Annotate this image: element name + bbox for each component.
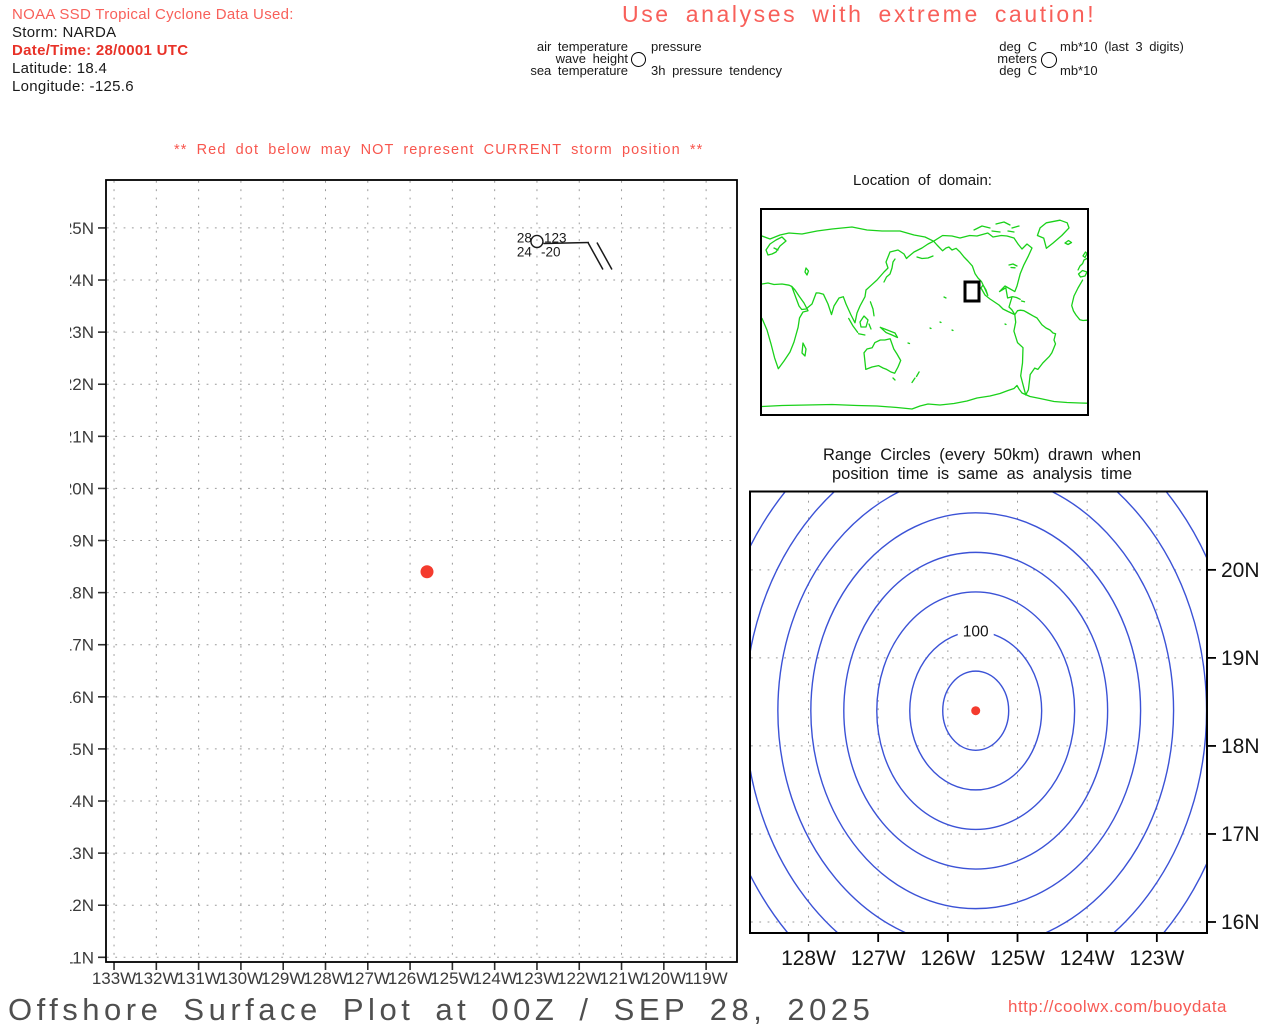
world-map-box <box>760 208 1089 416</box>
datetime-line: Date/Time: 28/0001 UTC <box>12 42 189 59</box>
lon-tick-label: 127W <box>346 969 390 988</box>
lon-tick-label: 133W <box>92 969 136 988</box>
lon-tick-label: 124W <box>1060 947 1115 970</box>
range-circles-plot: 128W 127W 126W 125W 124W 123W20N19N18N17N16N1… <box>749 490 1260 970</box>
domain-map-title: Location of domain: <box>853 172 992 189</box>
legend-sea-temperature: sea temperature <box>530 63 628 78</box>
lon-tick-label: 131W <box>176 969 220 988</box>
longitude-line: Longitude: -125.6 <box>12 78 134 95</box>
station-pressure: 123 <box>544 230 567 245</box>
lon-tick-label: 132W <box>134 969 178 988</box>
lat-tick-label: 25N <box>70 219 94 238</box>
lon-tick-label: 128W <box>303 969 347 988</box>
range-plot-tick-labels: 128W 127W 126W 125W 124W 123W 20N 19N 18N 17N 16N <box>781 559 1259 970</box>
legend-unit-mb10-digits: mb*10 (last 3 digits) <box>1060 39 1184 54</box>
station-sea-temperature: 24 <box>517 244 533 259</box>
lon-tick-label: 126W <box>388 969 432 988</box>
station-plot: 28 123 24 -20 <box>517 230 613 270</box>
station-pressure-tendency: -20 <box>541 244 561 259</box>
range-circle-label: 100 <box>963 624 989 641</box>
lon-tick-label: 122W <box>557 969 601 988</box>
lon-tick-label: 123W <box>515 969 559 988</box>
range-center-dot <box>971 706 981 716</box>
world-map <box>761 219 1088 410</box>
legend-pressure-tendency: 3h pressure tendency <box>651 63 783 78</box>
legend-unit-mb10: mb*10 <box>1060 63 1098 78</box>
lat-tick-label: 11N <box>70 948 94 967</box>
lon-tick-label: 126W <box>920 947 975 970</box>
lat-tick-label: 17N <box>1221 823 1260 846</box>
lon-tick-label: 129W <box>261 969 305 988</box>
lat-tick-label: 19N <box>70 532 94 551</box>
storm-name-line: Storm: NARDA <box>12 24 117 41</box>
lat-tick-label: 14N <box>70 792 94 811</box>
lat-tick-label: 13N <box>70 844 94 863</box>
main-plot-tick-labels: 133W132W131W130W129W128W127W126W125W124W… <box>70 219 728 988</box>
lon-tick-label: 124W <box>472 969 516 988</box>
buoy-plot-page: NOAA SSD Tropical Cyclone Data Used: Sto… <box>0 0 1280 1024</box>
lon-tick-label: 125W <box>430 969 474 988</box>
lat-tick-label: 12N <box>70 896 94 915</box>
lat-tick-label: 16N <box>1221 911 1260 934</box>
storm-position-dot <box>420 565 434 579</box>
main-plot-ticks <box>98 227 707 970</box>
caution-headline: Use analyses with extreme caution! <box>622 1 1097 27</box>
lat-tick-label: 20N <box>1221 559 1260 582</box>
station-circle-icon <box>631 52 646 67</box>
wind-barb-2 <box>596 242 613 270</box>
range-circles <box>750 491 1207 933</box>
storm-info-block: NOAA SSD Tropical Cyclone Data Used: Sto… <box>12 6 294 96</box>
main-surface-plot: 133W132W131W130W129W128W127W126W125W124W… <box>70 179 738 988</box>
legend-pressure: pressure <box>651 39 702 54</box>
station-circle-icon-units <box>1041 52 1057 68</box>
lat-tick-label: 18N <box>70 584 94 603</box>
storm-position-warning: ** Red dot below may NOT represent CURRE… <box>174 142 704 158</box>
lon-tick-label: 120W <box>642 969 686 988</box>
lat-tick-label: 16N <box>70 688 94 707</box>
lat-tick-label: 15N <box>70 740 94 759</box>
lat-tick-label: 24N <box>70 271 94 290</box>
lat-tick-label: 22N <box>70 375 94 394</box>
lat-tick-label: 19N <box>1221 647 1260 670</box>
legend-unit-degc-sea: deg C <box>999 63 1037 78</box>
plot-main-title: Offshore Surface Plot at 00Z / SEP 28, 2… <box>8 992 875 1024</box>
lon-tick-label: 121W <box>599 969 643 988</box>
lon-tick-label: 127W <box>851 947 906 970</box>
latitude-line: Latitude: 18.4 <box>12 60 108 77</box>
lon-tick-label: 128W <box>781 947 836 970</box>
lat-tick-label: 17N <box>70 636 94 655</box>
lat-tick-label: 18N <box>1221 735 1260 758</box>
station-air-temperature: 28 <box>517 230 532 245</box>
domain-box <box>963 280 981 303</box>
lon-tick-label: 119W <box>685 969 728 988</box>
world-coastlines <box>761 219 1088 410</box>
lat-tick-label: 23N <box>70 323 94 342</box>
lon-tick-label: 125W <box>990 947 1045 970</box>
data-source-line: NOAA SSD Tropical Cyclone Data Used: <box>12 6 294 23</box>
source-url: http://coolwx.com/buoydata <box>1008 997 1228 1016</box>
lon-tick-label: 123W <box>1129 947 1184 970</box>
lon-tick-label: 130W <box>219 969 263 988</box>
lat-tick-label: 21N <box>70 427 94 446</box>
wind-barb-1 <box>587 242 604 270</box>
lat-tick-label: 20N <box>70 479 94 498</box>
